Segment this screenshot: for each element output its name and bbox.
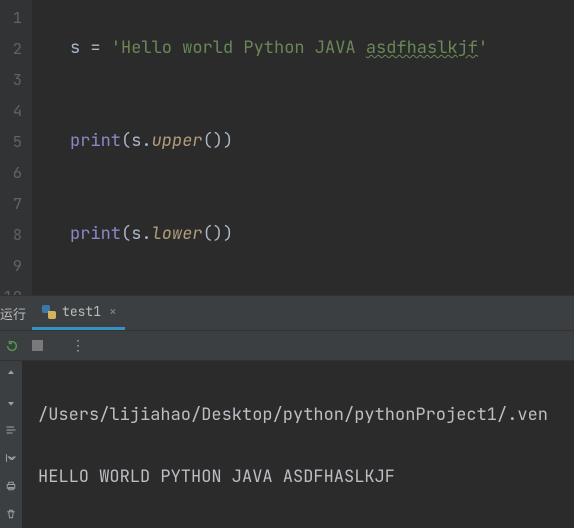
code-line[interactable]: s = 'Hello world Python JAVA asdfhaslkjf… [70, 33, 488, 64]
string-literal-typo: asdfhaslkjf [366, 37, 478, 59]
builtin: print [70, 130, 121, 152]
rerun-icon[interactable] [4, 338, 20, 354]
builtin: print [70, 223, 121, 245]
print-icon[interactable] [4, 479, 18, 493]
close-icon[interactable]: × [107, 303, 117, 320]
code-editor[interactable]: 1 2 3 4 5 6 7 8 9 10 s = 'Hello world Py… [0, 0, 574, 295]
punct: (s. [121, 223, 152, 245]
line-number: 9 [0, 250, 22, 281]
line-number: 2 [0, 33, 22, 64]
console-line: HELLO WORLD PYTHON JAVA ASDFHASLKJF [38, 462, 548, 493]
run-console: /Users/lijiahao/Desktop/python/pythonPro… [0, 361, 574, 528]
run-tool-window-label[interactable]: 运行 [0, 296, 32, 330]
string-literal: 'Hello world Python JAVA [111, 37, 366, 59]
line-number: 6 [0, 157, 22, 188]
python-file-icon [42, 305, 56, 319]
line-number: 10 [0, 281, 22, 295]
more-actions-icon[interactable]: ⋮ [71, 337, 86, 355]
run-tab-bar: 运行 test1 × [0, 295, 574, 331]
line-number: 7 [0, 188, 22, 219]
console-line: hello world python java asdfhaslkjf [38, 524, 548, 528]
line-number-gutter: 1 2 3 4 5 6 7 8 9 10 [0, 0, 32, 295]
soft-wrap-icon[interactable] [4, 423, 18, 437]
method: upper [152, 130, 203, 152]
code-line[interactable]: print(s.lower()) [70, 219, 488, 250]
method: lower [152, 223, 203, 245]
punct: ()) [203, 130, 234, 152]
line-number: 8 [0, 219, 22, 250]
variable: s [70, 37, 80, 59]
code-content[interactable]: s = 'Hello world Python JAVA asdfhaslkjf… [32, 0, 488, 295]
scroll-to-end-icon[interactable] [4, 451, 18, 465]
console-action-gutter [0, 361, 22, 528]
code-line[interactable]: print(s.upper()) [70, 126, 488, 157]
delete-icon[interactable] [4, 507, 18, 521]
down-arrow-icon[interactable] [4, 395, 18, 409]
string-literal: ' [478, 37, 488, 59]
run-tab-test1[interactable]: test1 × [32, 296, 125, 330]
stop-icon[interactable] [32, 340, 43, 351]
line-number: 1 [0, 2, 22, 33]
up-arrow-icon[interactable] [4, 367, 18, 381]
run-tab-label: test1 [62, 303, 101, 320]
run-toolbar: ⋮ [0, 331, 574, 361]
punct: ()) [203, 223, 234, 245]
line-number: 5 [0, 126, 22, 157]
line-number: 4 [0, 95, 22, 126]
console-output[interactable]: /Users/lijiahao/Desktop/python/pythonPro… [22, 361, 548, 528]
line-number: 3 [0, 64, 22, 95]
console-line: /Users/lijiahao/Desktop/python/pythonPro… [38, 400, 548, 431]
punct: (s. [121, 130, 152, 152]
operator: = [80, 37, 111, 59]
